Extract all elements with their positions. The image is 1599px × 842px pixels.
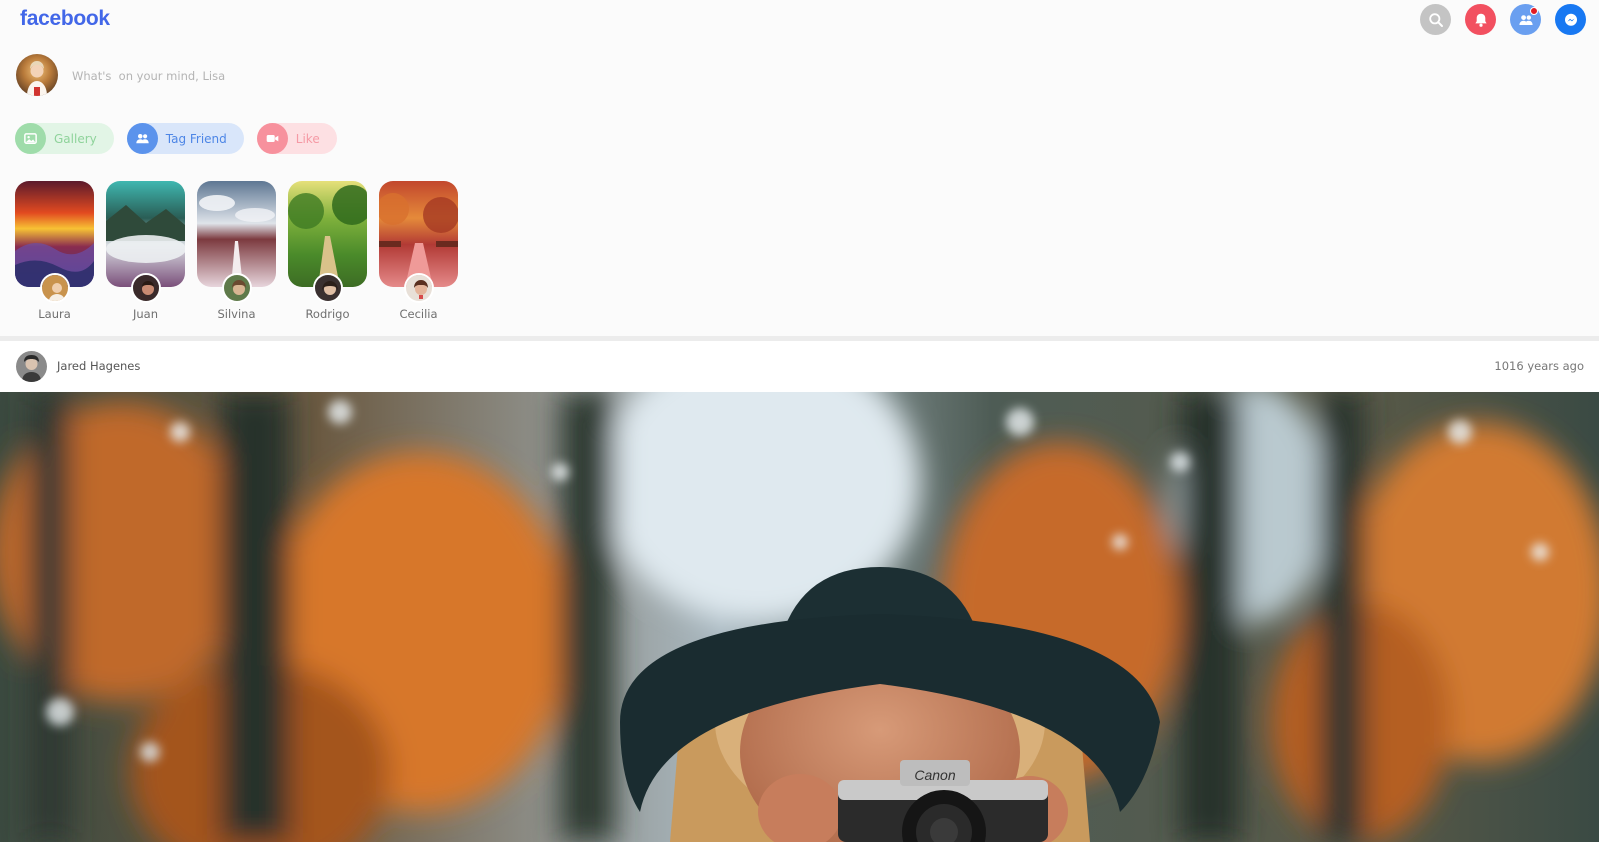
avatar <box>39 273 70 303</box>
video-icon <box>256 123 288 154</box>
messenger-icon <box>1564 13 1577 26</box>
story-juan[interactable]: Juan <box>106 181 185 321</box>
search-button[interactable] <box>1420 4 1451 35</box>
tag-friend-button[interactable]: Tag Friend <box>126 123 244 154</box>
user-avatar[interactable] <box>16 54 58 96</box>
story-thumbnail <box>197 181 276 303</box>
feed-page: facebook Gallery <box>0 0 1599 842</box>
post-author-avatar[interactable] <box>16 351 47 382</box>
top-icon-bar <box>1420 4 1586 35</box>
post-timestamp: 1016 years ago <box>1494 359 1584 373</box>
post-author-name[interactable]: Jared Hagenes <box>57 359 140 373</box>
avatar <box>403 273 434 303</box>
post-photo[interactable]: Canon <box>0 392 1599 842</box>
gallery-button[interactable]: Gallery <box>15 123 114 154</box>
friend-requests-button[interactable] <box>1510 4 1541 35</box>
friends-icon <box>126 123 158 154</box>
avatar <box>221 273 252 303</box>
bell-icon <box>1474 13 1487 27</box>
notifications-button[interactable] <box>1465 4 1496 35</box>
gallery-label: Gallery <box>54 131 97 146</box>
post-header: Jared Hagenes 1016 years ago <box>0 341 1599 392</box>
story-name: Laura <box>38 307 71 321</box>
story-name: Rodrigo <box>305 307 350 321</box>
composer-actions: Gallery Tag Friend Like <box>15 123 337 154</box>
svg-text:Canon: Canon <box>914 767 955 783</box>
tag-friend-label: Tag Friend <box>165 131 227 146</box>
story-thumbnail <box>379 181 458 303</box>
story-name: Cecilia <box>399 307 438 321</box>
gallery-icon <box>15 123 46 154</box>
story-silvina[interactable]: Silvina <box>197 181 276 321</box>
search-icon <box>1428 12 1443 27</box>
avatar <box>312 273 343 303</box>
story-thumbnail <box>288 181 367 303</box>
like-button[interactable]: Like <box>256 123 337 154</box>
messenger-button[interactable] <box>1555 4 1586 35</box>
story-rodrigo[interactable]: Rodrigo <box>288 181 367 321</box>
story-cecilia[interactable]: Cecilia <box>379 181 458 321</box>
story-thumbnail <box>15 181 94 303</box>
facebook-logo[interactable]: facebook <box>20 7 110 31</box>
notification-badge <box>1530 7 1538 15</box>
story-thumbnail <box>106 181 185 303</box>
status-input[interactable] <box>70 63 574 89</box>
like-label: Like <box>295 131 320 146</box>
story-laura[interactable]: Laura <box>15 181 94 321</box>
story-name: Juan <box>132 307 159 321</box>
avatar <box>130 273 161 303</box>
stories-row: Laura Juan Silvina Rodrigo Cecilia <box>15 181 458 321</box>
story-name: Silvina <box>217 307 256 321</box>
